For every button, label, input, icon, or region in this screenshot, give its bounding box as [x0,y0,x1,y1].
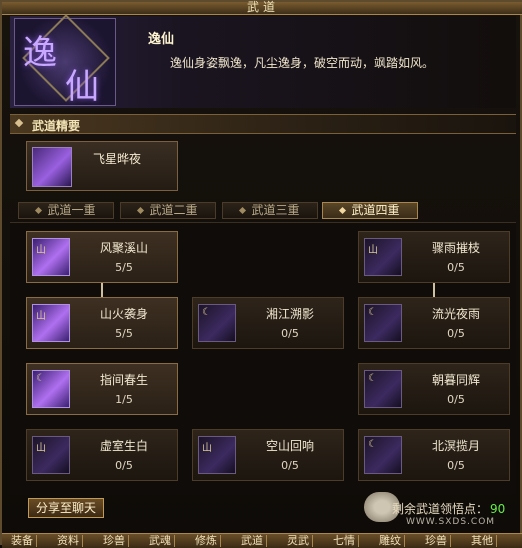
rank-mark-icon: ☾ [368,373,377,384]
skill-slot-r3c1[interactable]: ☾ 指间春生 1/5 [26,363,178,415]
rank-mark-icon: 山 [36,443,46,454]
skill-name: 虚室生白 [99,439,148,453]
bottom-tab[interactable]: 雕纹 [376,535,405,547]
bottom-tab[interactable]: 珍兽 [100,535,129,547]
tier-tabs: 武道一重 武道二重 武道三重 武道四重 [10,202,516,219]
rank-mark-icon: 山 [36,245,46,256]
tab-label: 武道四重 [351,203,400,217]
skill-name: 风聚溪山 [99,241,148,255]
skill-level: 1/5 [115,393,133,406]
martial-way-window: 武道 逸 仙 逸仙 逸仙身姿飘逸，凡尘逸身，破空而动，飒踏如风。 武道精要 飞星… [0,0,522,548]
skill-level: 0/5 [447,327,465,340]
wind-skill-icon[interactable]: 山 [32,238,70,276]
skill-slot-r4c1[interactable]: 山 虚室生白 0/5 [26,429,178,481]
mountain-fire-skill-icon[interactable]: 山 [32,304,70,342]
section-diamond-icon [14,118,24,128]
skill-slot-r2c2[interactable]: ☾ 湘江溯影 0/5 [192,297,344,349]
rank-mark-icon: ☾ [368,307,377,318]
tab-label: 武道二重 [149,203,198,217]
share-to-chat-button[interactable]: 分享至聊天 [28,498,104,518]
bottom-tab[interactable]: 装备 [8,535,37,547]
skill-name: 空山回响 [265,439,314,453]
skill-slot-r4c2[interactable]: 山 空山回响 0/5 [192,429,344,481]
rank-mark-icon: ☾ [36,373,45,384]
bottom-tab[interactable]: 武魂 [146,535,175,547]
skill-name: 朝暮同辉 [431,373,480,387]
river-shadow-skill-icon[interactable]: ☾ [198,304,236,342]
skill-name: 北溟揽月 [431,439,480,453]
remaining-points: 剩余武道领悟点： 90 [392,500,505,517]
rank-mark-icon: ☾ [202,307,211,318]
rank-mark-icon: 山 [36,311,46,322]
flowing-light-skill-icon[interactable]: ☾ [364,304,402,342]
remaining-points-value: 90 [490,502,506,516]
skill-slot-r2c3[interactable]: ☾ 流光夜雨 0/5 [358,297,510,349]
rank-mark-icon: ☾ [368,439,377,450]
rank-mark-icon: 山 [368,245,378,256]
essence-skill-slot[interactable]: 飞星晔夜 [26,141,178,191]
skill-level: 0/5 [447,459,465,472]
window-title: 武道 [246,0,279,14]
moon-skill-icon[interactable]: ☾ [364,436,402,474]
essence-skill-name: 飞星晔夜 [93,152,142,166]
title-bar: 武道 [2,0,522,15]
essence-section-header: 武道精要 [10,114,516,134]
essence-section-label: 武道精要 [32,119,81,133]
skill-level: 0/5 [115,459,133,472]
skill-level: 0/5 [447,261,465,274]
tab-label: 武道三重 [251,203,300,217]
school-emblem: 逸 仙 [14,14,116,107]
bottom-tab[interactable]: 七情 [330,535,359,547]
tab-tier-1[interactable]: 武道一重 [18,202,114,219]
skill-name: 湘江溯影 [265,307,314,321]
tab-tier-4[interactable]: 武道四重 [322,202,418,219]
remaining-points-label: 剩余武道领悟点： [392,502,489,516]
skill-level: 0/5 [281,459,299,472]
watermark-url: WWW.SXDS.COM [406,517,496,527]
bottom-tab[interactable]: 灵武 [284,535,313,547]
skill-name: 骤雨摧枝 [431,241,480,255]
bottom-tab[interactable]: 武道 [238,535,267,547]
tab-diamond-icon [239,206,247,215]
bottom-tab-bar: 装备 资料 珍兽 武魂 修炼 武道 灵武 七情 雕纹 珍兽 其他 [2,533,522,548]
skill-level: 5/5 [115,261,133,274]
spring-skill-icon[interactable]: ☾ [32,370,70,408]
skill-connector [101,283,103,297]
skill-level: 0/5 [281,327,299,340]
tab-tier-2[interactable]: 武道二重 [120,202,216,219]
bottom-tab[interactable]: 修炼 [192,535,221,547]
skill-slot-r1c3[interactable]: 山 骤雨摧枝 0/5 [358,231,510,283]
skill-slot-r3c3[interactable]: ☾ 朝暮同辉 0/5 [358,363,510,415]
bottom-tab[interactable]: 珍兽 [422,535,451,547]
skill-slot-r4c3[interactable]: ☾ 北溟揽月 0/5 [358,429,510,481]
echo-skill-icon[interactable]: 山 [198,436,236,474]
skill-name: 山火袭身 [99,307,148,321]
rank-mark-icon: 山 [202,443,212,454]
rain-skill-icon[interactable]: 山 [364,238,402,276]
tab-tier-3[interactable]: 武道三重 [222,202,318,219]
void-room-skill-icon[interactable]: 山 [32,436,70,474]
dawn-dusk-skill-icon[interactable]: ☾ [364,370,402,408]
school-name: 逸仙 [148,32,175,47]
skill-level: 5/5 [115,327,133,340]
skill-level: 0/5 [447,393,465,406]
tab-diamond-icon [137,206,145,215]
skill-connector [433,283,435,297]
flying-star-skill-icon[interactable] [32,147,72,187]
skill-name: 流光夜雨 [431,307,480,321]
tab-label: 武道一重 [47,203,96,217]
skill-slot-r1c1[interactable]: 山 风聚溪山 5/5 [26,231,178,283]
emblem-char-2: 仙 [65,67,99,107]
skill-name: 指间春生 [99,373,148,387]
bottom-tab[interactable]: 资料 [54,535,83,547]
tab-diamond-icon [339,206,347,215]
tab-diamond-icon [35,206,43,215]
emblem-char-1: 逸 [23,33,57,73]
school-description: 逸仙身姿飘逸，凡尘逸身，破空而动，飒踏如风。 [170,56,435,70]
skill-slot-r2c1[interactable]: 山 山火袭身 5/5 [26,297,178,349]
bottom-tab[interactable]: 其他 [468,535,497,547]
